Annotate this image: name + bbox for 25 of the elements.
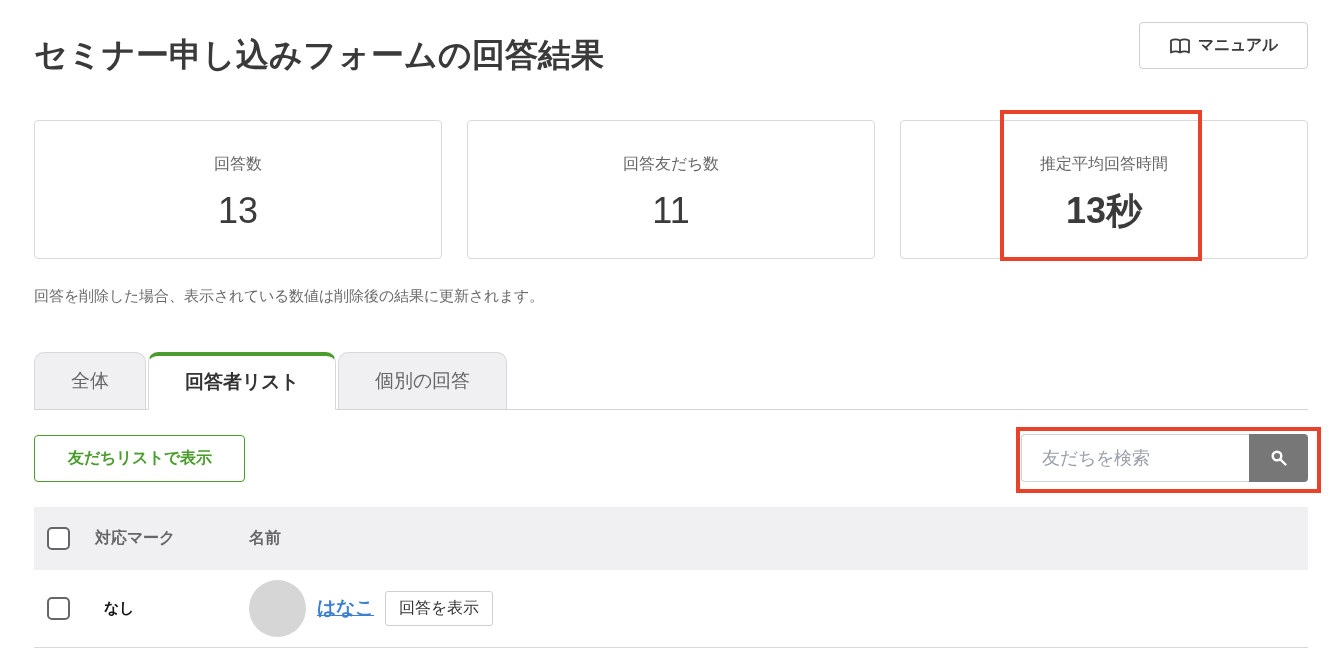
page-title: セミナー申し込みフォームの回答結果 xyxy=(34,35,604,75)
stat-value: 13秒 xyxy=(1065,192,1142,229)
manual-button[interactable]: マニュアル xyxy=(1139,22,1308,69)
name-link[interactable]: はなこ xyxy=(317,595,374,622)
stat-label: 推定平均回答時間 xyxy=(1040,153,1168,174)
column-header: 名前 xyxy=(249,527,281,548)
stat-value: 11 xyxy=(652,192,690,229)
tab[interactable]: 全体 xyxy=(34,351,146,409)
tab[interactable]: 個別の回答 xyxy=(338,351,507,409)
search-icon xyxy=(1270,450,1287,467)
stat-value: 13 xyxy=(217,192,258,229)
search-field[interactable]: 友だちを検索 xyxy=(1021,434,1249,483)
checkbox[interactable] xyxy=(47,526,70,550)
avatar-icon xyxy=(249,579,306,637)
stat-label: 回答友だち数 xyxy=(623,153,719,174)
friends-list-button[interactable]: 友だちリストで表示 xyxy=(34,434,245,482)
view-answer-button[interactable]: 回答を表示 xyxy=(385,590,493,626)
mark-cell-text: なし xyxy=(103,598,134,618)
column-header: 対応マーク xyxy=(95,527,175,548)
book-icon xyxy=(1169,37,1190,54)
stat-label: 回答数 xyxy=(214,153,262,174)
search-button[interactable] xyxy=(1249,434,1308,483)
tab[interactable]: 回答者リスト xyxy=(148,351,336,410)
checkbox[interactable] xyxy=(47,596,70,620)
info-note: 回答を削除した場合、表示されている数値は削除後の結果に更新されます。 xyxy=(34,286,545,306)
